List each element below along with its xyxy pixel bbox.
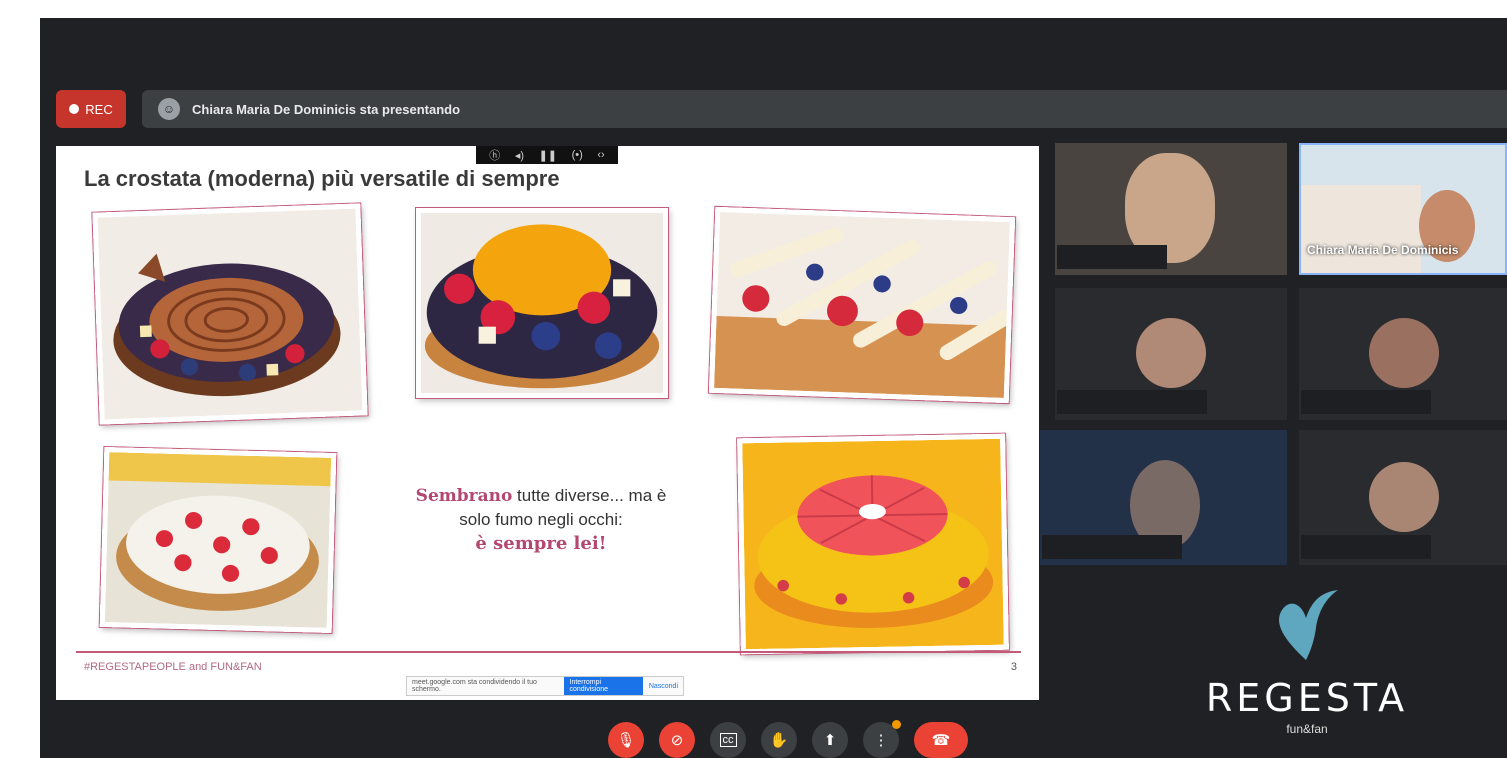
tart-photo-stripes (708, 206, 1016, 404)
presentation-toolbar[interactable]: ⓗ ◂) ❚❚ (•) ‹› (476, 146, 618, 164)
logo-subtitle: fun&fan (1286, 722, 1328, 736)
tart-photo-yellow-pink (737, 433, 1009, 655)
end-call-button[interactable]: ☎ (914, 722, 968, 758)
camera-off-button[interactable]: ⊘ (659, 722, 695, 758)
participant-avatar (1136, 318, 1206, 388)
mic-off-icon: 🎙 (616, 732, 636, 749)
broadcast-icon[interactable]: (•) (572, 149, 583, 161)
end-call-icon: ☎ (931, 732, 951, 749)
record-dot-icon (69, 104, 80, 114)
present-button[interactable]: ⬆ (812, 722, 848, 758)
participant-tile[interactable] (1299, 288, 1507, 420)
audio-icon[interactable]: ◂) (515, 149, 524, 162)
camera-off-icon: ⊘ (670, 732, 684, 749)
slogan-line2: solo fumo negli occhi: (459, 510, 623, 529)
heart-logo-icon (1279, 590, 1338, 660)
participant-tile[interactable] (1055, 288, 1287, 420)
slide-footer: #REGESTAPEOPLE and FUN&FAN (84, 661, 262, 673)
presenter-bar: ☺ Chiara Maria De Dominicis sta presenta… (142, 90, 1507, 128)
recording-indicator: REC (56, 90, 126, 128)
tart-photo-strawberry (99, 446, 337, 634)
participant-tile[interactable] (1040, 430, 1287, 565)
presenter-avatar-icon: ☺ (158, 98, 180, 120)
participant-name-bar (1301, 390, 1431, 414)
participant-name-bar (1301, 535, 1431, 559)
code-icon[interactable]: ‹› (597, 149, 604, 161)
hp-logo-icon: ⓗ (489, 150, 501, 162)
tart-photo-mango (416, 208, 668, 398)
participant-tile[interactable] (1055, 143, 1287, 275)
meet-window: REC ☺ Chiara Maria De Dominicis sta pres… (40, 18, 1507, 758)
slogan-rest: tutte diverse... ma è (512, 486, 667, 505)
participant-tile-active[interactable]: Chiara Maria De Dominicis (1299, 143, 1507, 275)
participant-avatar (1369, 318, 1439, 388)
notification-dot (892, 720, 901, 729)
screen-share-notice: meet.google.com sta condividendo il tuo … (406, 676, 684, 696)
shared-slide: ⓗ ◂) ❚❚ (•) ‹› La crostata (moderna) più… (56, 146, 1039, 700)
mic-off-button[interactable]: 🎙 (608, 722, 644, 758)
regesta-logo: REGESTA fun&fan (1172, 588, 1442, 738)
captions-button[interactable]: cc (710, 722, 746, 758)
call-controls: 🎙 ⊘ cc ✋ ⬆ ⋮ ☎ (608, 720, 968, 758)
slide-divider (76, 651, 1021, 653)
stop-sharing-button[interactable]: Interrompi condivisione (563, 677, 643, 695)
hide-notice-button[interactable]: Nascondi (649, 683, 678, 690)
tart-photo-chocolate (92, 203, 368, 425)
participant-name: Chiara Maria De Dominicis (1307, 243, 1459, 257)
presenter-text: Chiara Maria De Dominicis sta presentand… (192, 101, 461, 117)
participant-name-bar (1057, 245, 1167, 269)
slide-title: La crostata (moderna) più versatile di s… (84, 166, 560, 191)
slogan-highlight: Sembrano (415, 486, 513, 506)
logo-wordmark: REGESTA (1205, 676, 1409, 720)
raise-hand-icon: ✋ (769, 732, 789, 749)
participant-name-bar (1057, 390, 1207, 414)
pause-icon[interactable]: ❚❚ (539, 149, 557, 162)
background-room (1301, 185, 1421, 273)
slogan-line3: è sempre lei! (475, 533, 607, 554)
participant-tile[interactable] (1299, 430, 1507, 565)
share-notice-text: meet.google.com sta condividendo il tuo … (412, 679, 537, 693)
more-options-button[interactable]: ⋮ (863, 720, 901, 758)
captions-icon: cc (719, 733, 737, 747)
recording-label: REC (85, 101, 113, 117)
more-icon: ⋮ (873, 732, 889, 749)
raise-hand-button[interactable]: ✋ (761, 722, 797, 758)
participant-name-bar (1042, 535, 1182, 559)
slide-slogan: Sembrano tutte diverse... ma è solo fumo… (386, 484, 696, 556)
present-icon: ⬆ (823, 732, 837, 749)
slide-page-number: 3 (1010, 661, 1017, 673)
participant-avatar (1369, 462, 1439, 532)
